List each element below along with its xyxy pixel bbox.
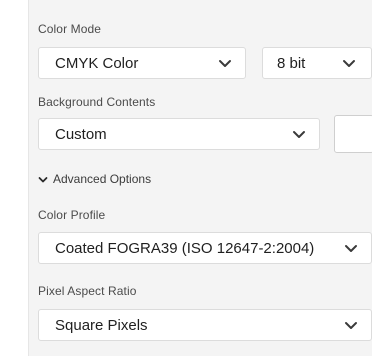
background-color-swatch[interactable] <box>334 115 372 153</box>
chevron-down-icon <box>341 55 357 71</box>
background-contents-select[interactable]: Custom <box>38 118 320 150</box>
color-profile-value: Coated FOGRA39 (ISO 12647-2:2004) <box>55 239 315 257</box>
pixel-aspect-ratio-label: Pixel Aspect Ratio <box>38 284 137 298</box>
chevron-down-icon <box>343 317 359 333</box>
panel-bottom-edge <box>28 356 372 363</box>
chevron-down-icon <box>343 240 359 256</box>
bit-depth-select[interactable]: 8 bit <box>262 47 372 79</box>
pixel-aspect-ratio-select[interactable]: Square Pixels <box>38 309 372 341</box>
color-profile-select[interactable]: Coated FOGRA39 (ISO 12647-2:2004) <box>38 232 372 264</box>
color-mode-select[interactable]: CMYK Color <box>38 47 246 79</box>
bit-depth-value: 8 bit <box>277 54 306 72</box>
chevron-down-icon <box>291 126 307 142</box>
chevron-down-icon <box>217 55 233 71</box>
color-mode-value: CMYK Color <box>55 54 139 72</box>
advanced-options-toggle[interactable]: Advanced Options <box>38 172 151 186</box>
chevron-down-icon <box>38 174 48 184</box>
color-profile-label: Color Profile <box>38 208 106 222</box>
background-contents-value: Custom <box>55 125 107 143</box>
advanced-options-label: Advanced Options <box>53 172 152 186</box>
background-contents-label: Background Contents <box>38 95 156 109</box>
color-mode-label: Color Mode <box>38 22 102 36</box>
pixel-aspect-ratio-value: Square Pixels <box>55 316 148 334</box>
